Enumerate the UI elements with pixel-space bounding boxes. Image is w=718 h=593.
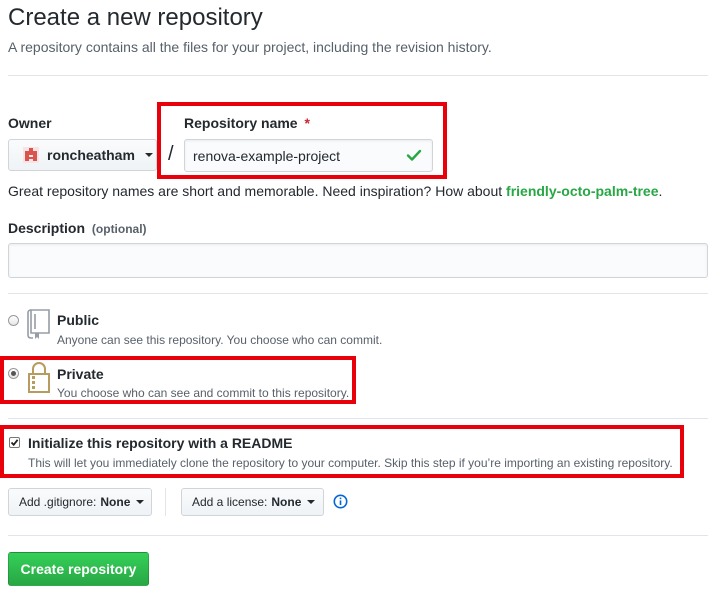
optional-note: (optional) <box>91 222 147 236</box>
public-radio[interactable] <box>8 315 19 326</box>
dropdown-separator <box>165 488 166 516</box>
chevron-down-icon <box>307 500 316 504</box>
repo-icon <box>27 309 51 344</box>
owner-name: roncheatham <box>47 147 135 163</box>
name-suggestion-link[interactable]: friendly-octo-palm-tree <box>506 183 658 199</box>
license-label: Add a license: <box>192 495 268 509</box>
avatar <box>23 147 39 163</box>
public-note: Anyone can see this repository. You choo… <box>57 333 383 347</box>
chevron-down-icon <box>144 153 153 157</box>
license-value: None <box>271 495 302 509</box>
license-dropdown[interactable]: Add a license: None <box>181 488 324 516</box>
hint-text: Great repository names are short and mem… <box>8 183 507 199</box>
public-title: Public <box>57 312 100 328</box>
highlight-private <box>0 356 356 404</box>
owner-label: Owner <box>8 115 52 131</box>
owner-dropdown[interactable]: roncheatham <box>8 139 157 171</box>
gitignore-value: None <box>100 495 131 509</box>
divider <box>8 75 708 76</box>
info-icon[interactable] <box>333 494 348 514</box>
divider <box>8 418 708 419</box>
name-hint: Great repository names are short and mem… <box>8 183 662 199</box>
page-title: Create a new repository <box>8 4 263 31</box>
create-repository-button[interactable]: Create repository <box>8 552 149 586</box>
chevron-down-icon <box>136 500 145 504</box>
gitignore-label: Add .gitignore: <box>19 495 97 509</box>
hint-end: . <box>658 183 663 199</box>
divider <box>8 293 708 294</box>
divider <box>8 535 708 536</box>
description-label-text: Description <box>8 220 86 236</box>
highlight-readme <box>0 425 684 478</box>
highlight-repo-name <box>157 102 447 179</box>
page-subtitle: A repository contains all the files for … <box>8 39 492 55</box>
gitignore-dropdown[interactable]: Add .gitignore: None <box>8 488 152 516</box>
description-label: Description (optional) <box>8 220 147 236</box>
description-input[interactable] <box>8 243 708 278</box>
